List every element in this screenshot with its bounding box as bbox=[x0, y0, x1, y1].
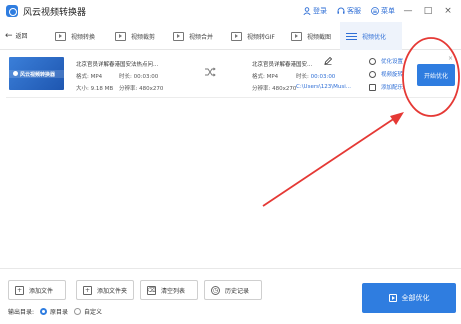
tab-label: 视频合并 bbox=[189, 33, 214, 41]
source-format: 格式: MP4 bbox=[76, 74, 103, 80]
tab-video-convert[interactable]: 视频转换 bbox=[50, 22, 108, 50]
video-rotate-label: 视频旋转 bbox=[381, 72, 404, 78]
back-arrow-icon: ← bbox=[5, 30, 13, 41]
add-music-label: 添加配乐 bbox=[381, 85, 404, 91]
close-button[interactable]: × bbox=[441, 6, 455, 16]
trash-icon: ⌫ bbox=[147, 285, 156, 295]
annotation-arrow-head bbox=[390, 112, 404, 125]
clear-list-label: 清空列表 bbox=[161, 287, 186, 295]
video-screenshot-icon bbox=[291, 31, 302, 41]
play-icon bbox=[388, 294, 397, 302]
output-duration-label: 时长: bbox=[296, 74, 309, 80]
tab-video-crop[interactable]: 视频裁剪 bbox=[110, 22, 168, 50]
thumbnail-text: 风云视频转换器 bbox=[20, 72, 56, 78]
music-icon bbox=[369, 83, 376, 91]
output-file-title: 北京官员详解春港国安... bbox=[252, 62, 313, 68]
file-list-row[interactable]: 风云视频转换器 北京官员详解春港国安法热点问... 格式: MP4 时长: 00… bbox=[6, 52, 457, 98]
tab-label: 视频截图 bbox=[307, 33, 332, 41]
rotate-icon bbox=[369, 70, 376, 78]
add-folder-button[interactable]: + 添加文件夹 bbox=[76, 280, 134, 300]
tab-video-to-gif[interactable]: 视频转GIF bbox=[226, 22, 286, 50]
optimize-all-label: 全部优化 bbox=[401, 294, 430, 302]
video-rotate-link[interactable]: 视频旋转 bbox=[369, 70, 403, 78]
output-resolution: 分辨率: 480x270 bbox=[252, 86, 297, 92]
source-file-title: 北京官员详解春港国安法热点问... bbox=[76, 62, 159, 68]
clear-list-button[interactable]: ⌫ 清空列表 bbox=[140, 280, 198, 300]
login-button[interactable]: 登录 bbox=[302, 6, 327, 16]
maximize-button[interactable]: □ bbox=[421, 6, 435, 16]
tab-label: 视频转换 bbox=[71, 33, 96, 41]
menu-icon bbox=[370, 7, 379, 16]
radio-custom-dir[interactable] bbox=[74, 308, 82, 315]
annotation-arrow-line bbox=[262, 115, 399, 207]
add-folder-label: 添加文件夹 bbox=[97, 287, 128, 295]
service-label: 客服 bbox=[347, 7, 361, 15]
tab-label: 视频裁剪 bbox=[131, 33, 156, 41]
output-duration-value: 00:03:00 bbox=[310, 74, 336, 80]
radio-original-dir[interactable] bbox=[40, 308, 48, 315]
service-button[interactable]: 客服 bbox=[336, 6, 361, 16]
video-convert-icon bbox=[55, 31, 66, 41]
login-label: 登录 bbox=[313, 7, 327, 15]
video-crop-icon bbox=[115, 31, 126, 41]
app-title: 风云视频转换器 bbox=[23, 7, 87, 18]
edit-pencil-icon[interactable] bbox=[324, 57, 332, 65]
back-label: 返回 bbox=[15, 33, 28, 40]
output-duration: 时长: 00:03:00 bbox=[296, 72, 335, 80]
headset-icon bbox=[336, 7, 345, 16]
menu-button[interactable]: 菜单 bbox=[370, 6, 395, 16]
start-optimize-button[interactable]: 开始优化 bbox=[417, 64, 455, 86]
back-button[interactable]: ← 返回 bbox=[5, 31, 28, 41]
add-file-icon: + bbox=[15, 285, 24, 295]
source-duration: 时长: 00:03:00 bbox=[119, 74, 159, 80]
add-file-button[interactable]: + 添加文件 bbox=[8, 280, 66, 300]
title-bar: 风云视频转换器 登录 客服 菜单 — □ × bbox=[0, 0, 461, 22]
menu-label: 菜单 bbox=[381, 7, 395, 15]
app-logo-icon bbox=[6, 5, 18, 17]
remove-file-icon[interactable]: × bbox=[448, 55, 453, 62]
history-icon: ◷ bbox=[211, 285, 220, 295]
video-to-gif-icon bbox=[231, 31, 242, 41]
add-file-label: 添加文件 bbox=[29, 287, 54, 295]
output-directory-row: 输出目录: 原目录 自定义 bbox=[8, 307, 102, 316]
add-music-link[interactable]: 添加配乐 bbox=[369, 83, 403, 91]
output-dir-label: 输出目录: bbox=[8, 309, 35, 316]
optimize-settings-link[interactable]: 优化设置 bbox=[369, 57, 403, 65]
output-path-link[interactable]: C:\Users\123\Musi... bbox=[296, 84, 351, 90]
optimize-all-button[interactable]: 全部优化 bbox=[362, 283, 456, 313]
history-label: 历史记录 bbox=[225, 287, 250, 295]
toolbar: ← 返回 视频转换 视频裁剪 视频合并 视频转GIF 视频截图 视频优化 bbox=[0, 22, 461, 50]
tab-video-merge[interactable]: 视频合并 bbox=[168, 22, 226, 50]
custom-dir-label: 自定义 bbox=[84, 309, 103, 316]
output-format: 格式: MP4 bbox=[252, 74, 279, 80]
video-optimize-icon bbox=[346, 32, 357, 41]
source-size: 大小: 9.18 MB bbox=[76, 86, 114, 92]
bottom-bar: + 添加文件 + 添加文件夹 ⌫ 清空列表 ◷ 历史记录 输出目录: 原目录 自… bbox=[0, 268, 461, 324]
tab-label: 视频转GIF bbox=[247, 33, 275, 41]
convert-arrows-icon bbox=[205, 67, 216, 77]
tab-label: 视频优化 bbox=[362, 33, 387, 41]
minimize-button[interactable]: — bbox=[401, 6, 415, 16]
video-thumbnail: 风云视频转换器 bbox=[9, 57, 64, 90]
tab-video-screenshot[interactable]: 视频截图 bbox=[286, 22, 340, 50]
history-button[interactable]: ◷ 历史记录 bbox=[204, 280, 262, 300]
settings-icon bbox=[369, 57, 376, 65]
video-merge-icon bbox=[173, 31, 184, 41]
tab-video-optimize[interactable]: 视频优化 bbox=[340, 22, 402, 50]
user-icon bbox=[302, 7, 311, 16]
optimize-settings-label: 优化设置 bbox=[381, 59, 404, 65]
original-dir-label: 原目录 bbox=[50, 309, 69, 316]
add-folder-icon: + bbox=[83, 285, 92, 295]
source-resolution: 分辨率: 480x270 bbox=[119, 86, 164, 92]
